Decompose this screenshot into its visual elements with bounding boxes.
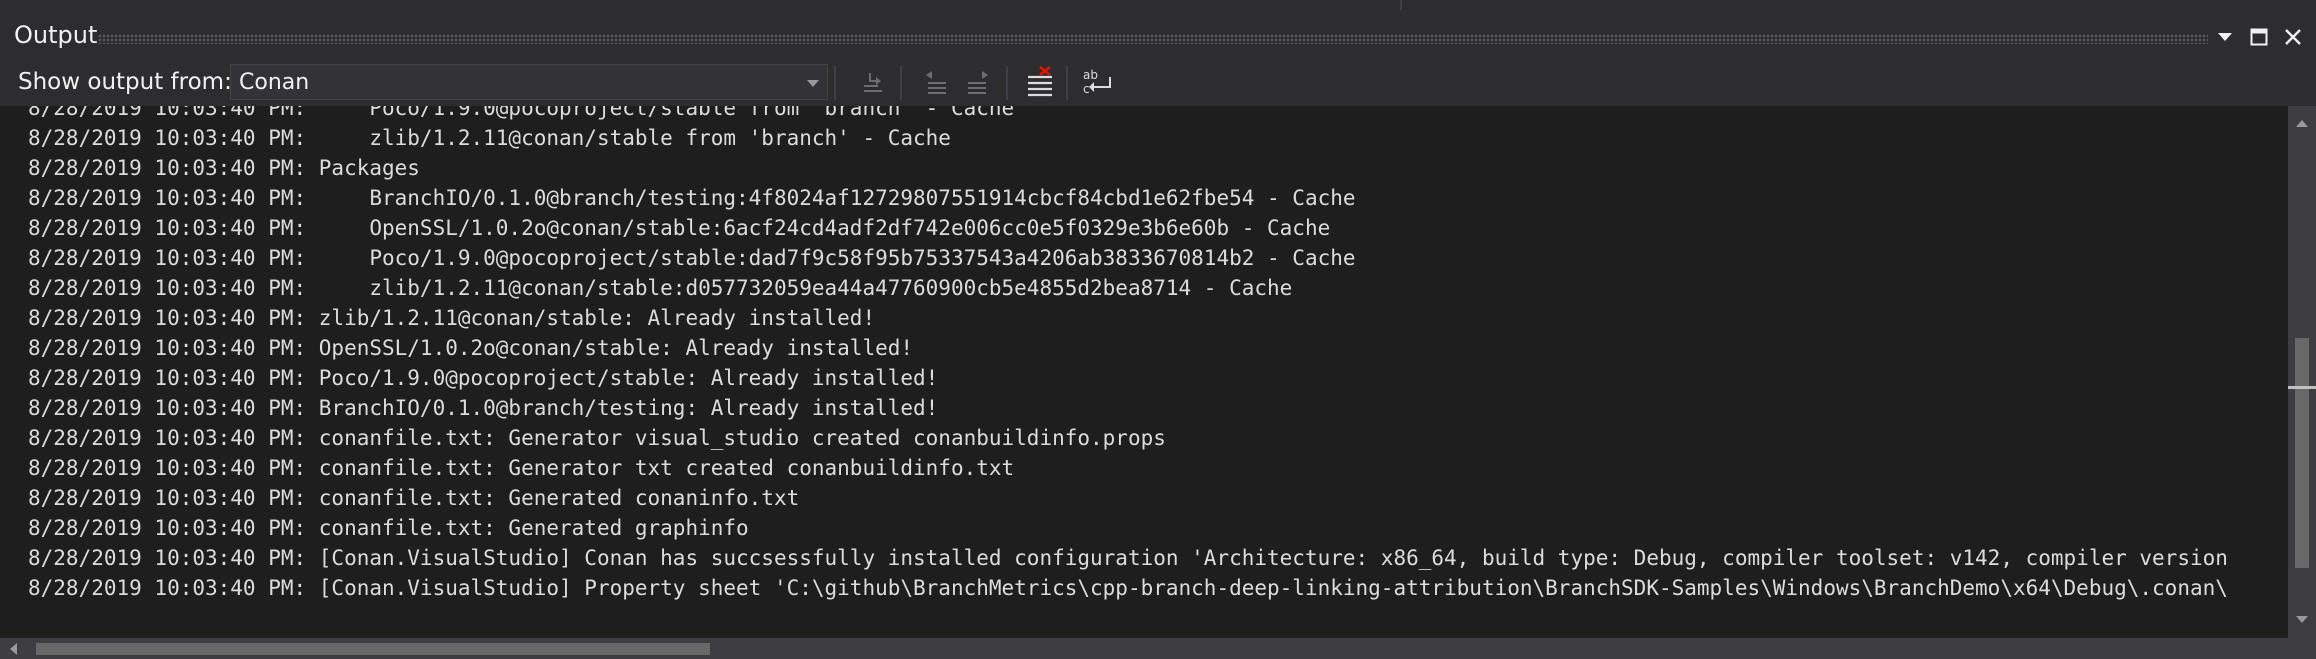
- vertical-scrollbar[interactable]: [2288, 106, 2316, 638]
- output-line: 8/28/2019 10:03:40 PM: Packages: [28, 156, 420, 180]
- chevron-down-icon[interactable]: [2210, 22, 2240, 52]
- next-message-icon[interactable]: [960, 65, 996, 101]
- output-line: 8/28/2019 10:03:40 PM: OpenSSL/1.0.2o@co…: [28, 336, 914, 360]
- find-message-in-code-icon[interactable]: [856, 65, 892, 101]
- toolbar-separator: [834, 66, 836, 100]
- output-text-area[interactable]: 8/28/2019 10:03:40 PM: Poco/1.9.0@pocopr…: [0, 106, 2288, 638]
- output-source-dropdown[interactable]: Conan: [230, 64, 828, 100]
- show-output-from-label: Show output from:: [18, 69, 232, 95]
- panel-title: Output: [14, 21, 98, 49]
- top-strip: [0, 0, 2316, 10]
- clear-all-icon[interactable]: [1022, 65, 1058, 101]
- toolbar-separator: [900, 66, 902, 100]
- output-line: 8/28/2019 10:03:40 PM: zlib/1.2.11@conan…: [28, 276, 1293, 300]
- drag-grip[interactable]: [98, 34, 2208, 44]
- svg-text:ab: ab: [1083, 68, 1098, 82]
- vertical-scroll-thumb[interactable]: [2295, 338, 2309, 568]
- close-icon[interactable]: [2278, 22, 2308, 52]
- output-line: 8/28/2019 10:03:40 PM: zlib/1.2.11@conan…: [28, 306, 876, 330]
- dropdown-arrow-icon: [807, 80, 819, 87]
- maximize-icon[interactable]: [2244, 22, 2274, 52]
- output-toolbar: Show output from: Conan ab c: [0, 60, 2316, 106]
- toggle-word-wrap-icon[interactable]: ab c: [1080, 65, 1116, 101]
- scroll-up-icon[interactable]: [2296, 120, 2308, 127]
- output-line: 8/28/2019 10:03:40 PM: Poco/1.9.0@pocopr…: [28, 366, 939, 390]
- svg-text:c: c: [1083, 82, 1090, 96]
- output-line: 8/28/2019 10:03:40 PM: BranchIO/0.1.0@br…: [28, 186, 1356, 210]
- scroll-position-marker: [2288, 386, 2316, 389]
- output-line: 8/28/2019 10:03:40 PM: OpenSSL/1.0.2o@co…: [28, 216, 1331, 240]
- horizontal-scrollbar[interactable]: [0, 638, 2316, 659]
- output-line: 8/28/2019 10:03:40 PM: [Conan.VisualStud…: [28, 546, 2228, 570]
- output-line: 8/28/2019 10:03:40 PM: zlib/1.2.11@conan…: [28, 126, 951, 150]
- output-title-bar[interactable]: Output: [0, 10, 2316, 60]
- output-line: 8/28/2019 10:03:40 PM: Poco/1.9.0@pocopr…: [28, 246, 1356, 270]
- scroll-left-icon[interactable]: [10, 643, 17, 655]
- toolbar-separator: [1066, 66, 1068, 100]
- output-line: 8/28/2019 10:03:40 PM: [Conan.VisualStud…: [28, 576, 2228, 600]
- output-line: 8/28/2019 10:03:40 PM: Poco/1.9.0@pocopr…: [28, 106, 1015, 120]
- output-line: 8/28/2019 10:03:40 PM: conanfile.txt: Ge…: [28, 486, 800, 510]
- output-line: 8/28/2019 10:03:40 PM: BranchIO/0.1.0@br…: [28, 396, 939, 420]
- horizontal-scroll-thumb[interactable]: [36, 643, 710, 655]
- divider: [1400, 0, 1402, 10]
- scroll-down-icon[interactable]: [2296, 616, 2308, 623]
- output-lines: 8/28/2019 10:03:40 PM: Poco/1.9.0@pocopr…: [28, 106, 2228, 603]
- output-line: 8/28/2019 10:03:40 PM: conanfile.txt: Ge…: [28, 516, 749, 540]
- output-line: 8/28/2019 10:03:40 PM: conanfile.txt: Ge…: [28, 456, 1015, 480]
- previous-message-icon[interactable]: [918, 65, 954, 101]
- output-line: 8/28/2019 10:03:40 PM: conanfile.txt: Ge…: [28, 426, 1166, 450]
- toolbar-separator: [1006, 66, 1008, 100]
- output-source-value: Conan: [239, 70, 310, 95]
